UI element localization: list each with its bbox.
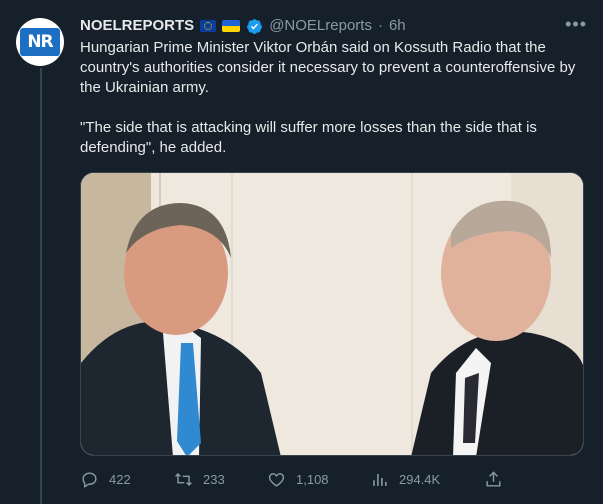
tweet-paragraph-1: Hungarian Prime Minister Viktor Orbán sa… [80,39,576,96]
tweet-photo[interactable] [80,172,584,456]
action-bar: 422 233 1,108 294.4K [80,468,584,490]
thread-line [40,68,42,504]
tweet[interactable]: NR NOELREPORTS @NOELreports · 6h ••• Hun… [0,0,603,504]
views-button[interactable]: 294.4K [370,470,440,489]
author-handle[interactable]: @NOELreports [269,16,372,36]
heart-icon [268,472,285,487]
ukraine-flag-icon [222,20,241,32]
retweet-count: 233 [203,471,225,487]
like-button[interactable]: 1,108 [267,470,329,489]
separator-dot: · [377,17,383,34]
share-icon [486,470,501,487]
avatar[interactable]: NR [16,18,64,66]
reply-button[interactable]: 422 [80,470,131,489]
photo-illustration [81,173,583,455]
tweet-header: NOELREPORTS @NOELreports · 6h [80,16,406,36]
timestamp[interactable]: 6h [389,16,406,36]
views-icon [373,473,387,486]
views-count: 294.4K [399,471,441,487]
avatar-logo: NR [20,28,60,56]
reply-count: 422 [109,471,131,487]
eu-flag-icon [200,20,217,32]
retweet-button[interactable]: 233 [174,470,225,489]
tweet-paragraph-2: "The side that is attacking will suffer … [80,119,537,156]
tweet-text: Hungarian Prime Minister Viktor Orbán sa… [80,38,580,158]
share-button[interactable] [484,470,503,489]
retweet-icon [175,472,192,486]
author-name[interactable]: NOELREPORTS [80,16,194,36]
like-count: 1,108 [296,471,329,487]
more-icon[interactable]: ••• [565,14,587,35]
reply-icon [82,471,97,488]
verified-badge-icon [247,18,263,34]
